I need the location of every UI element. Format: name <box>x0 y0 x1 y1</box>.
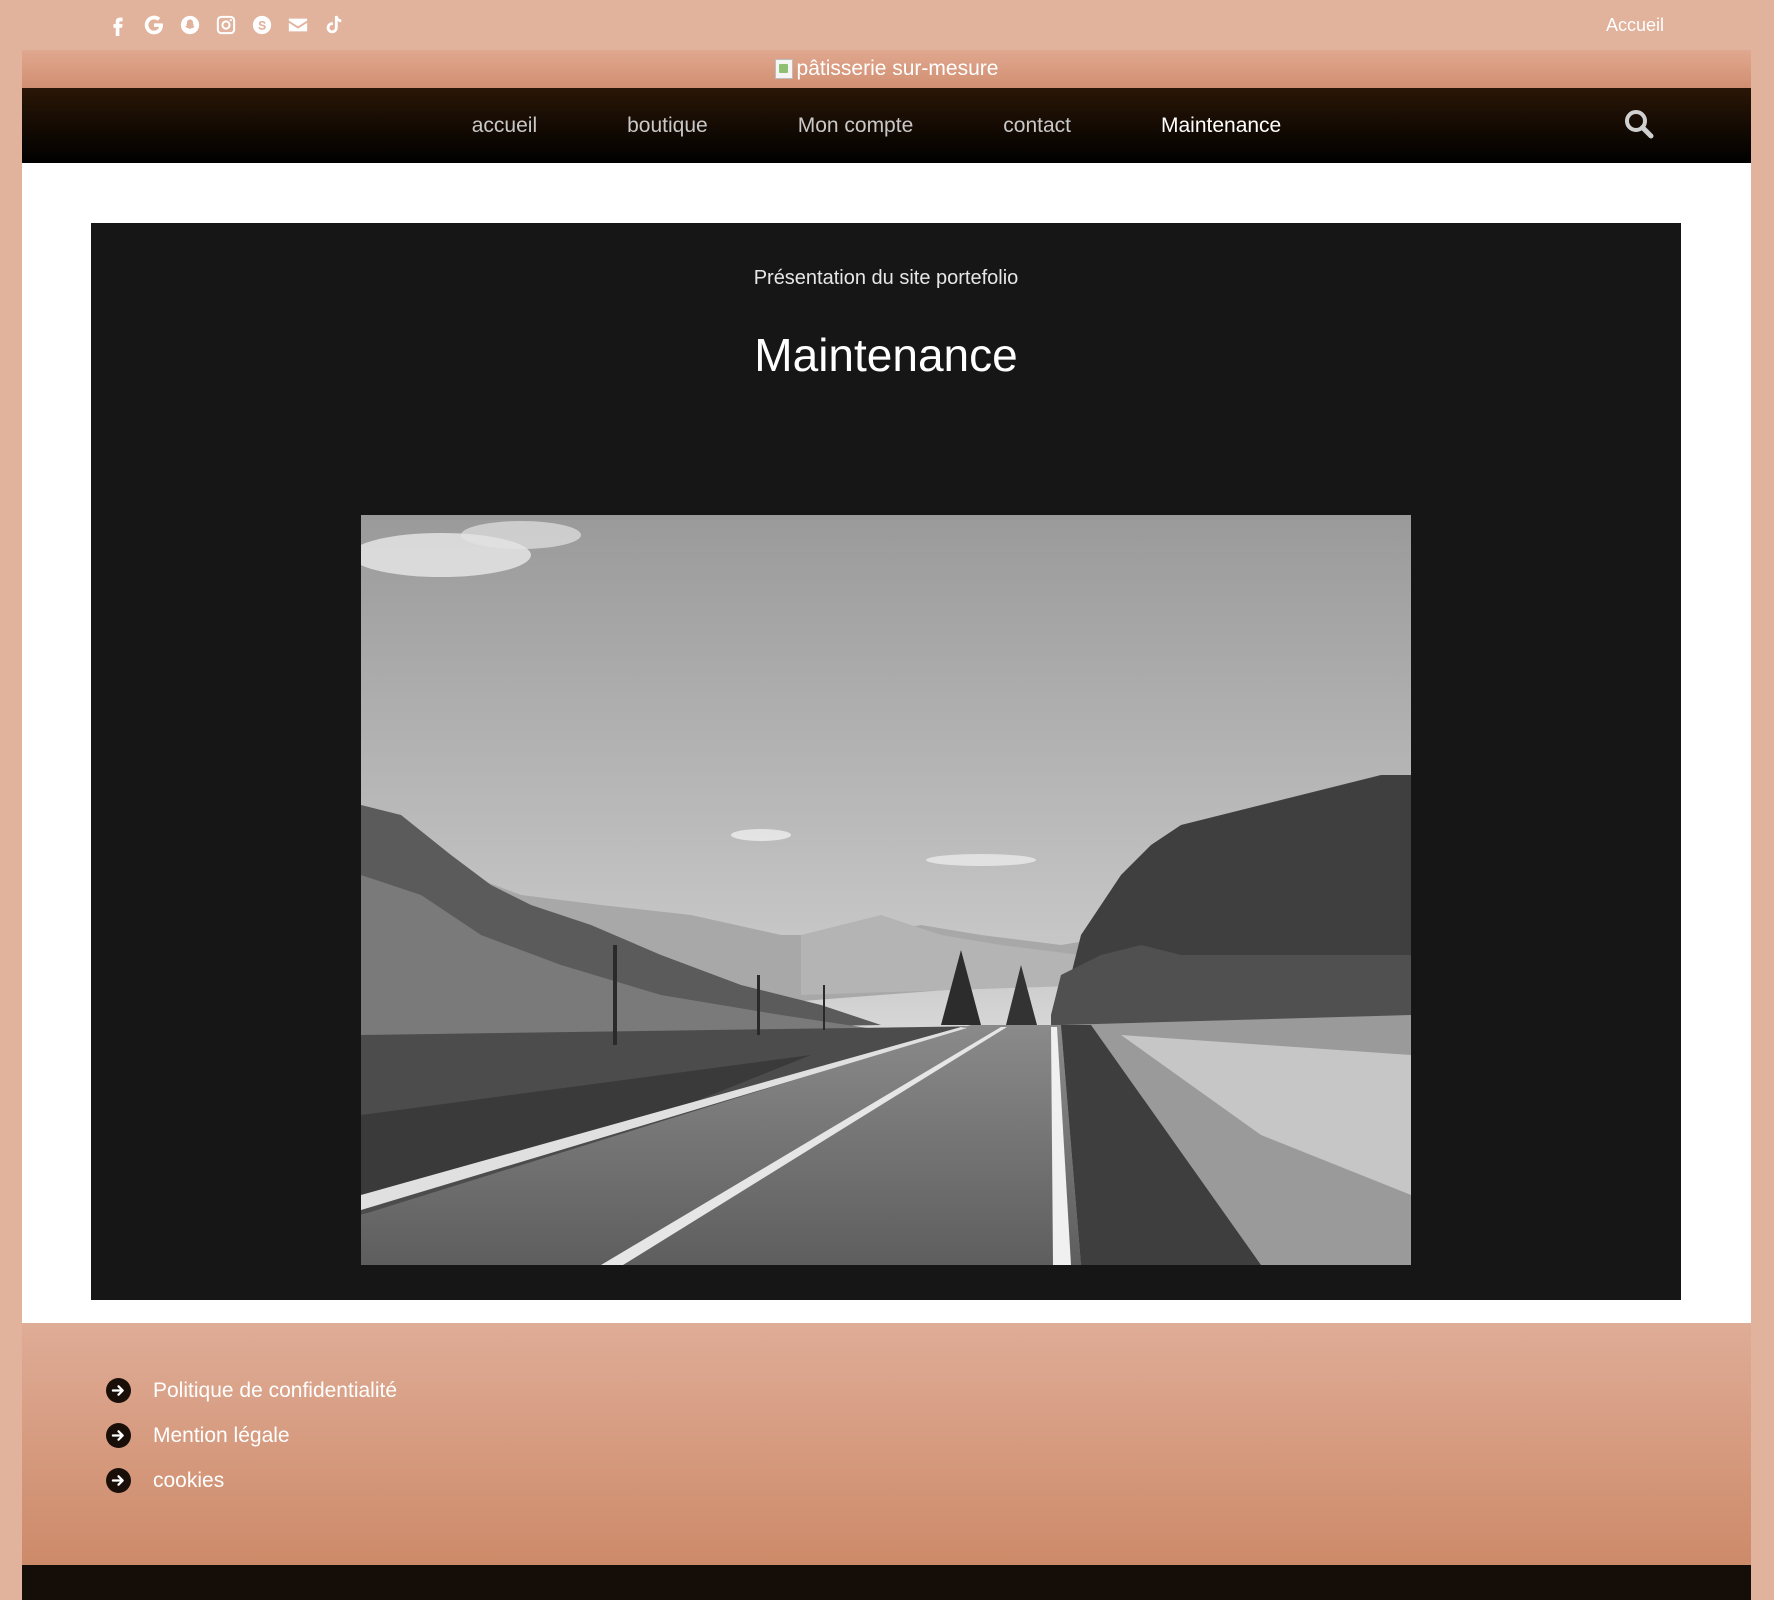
search-button[interactable] <box>1621 106 1657 142</box>
road-landscape-photo <box>361 515 1411 1265</box>
footer-link-cookies[interactable]: cookies <box>106 1458 1751 1503</box>
nav-item-accueil[interactable]: accueil <box>427 114 582 138</box>
nav-item-contact[interactable]: contact <box>958 114 1116 138</box>
top-bar: Accueil <box>0 0 1774 50</box>
logo-alt-text: pâtisserie sur-mesure <box>796 57 999 80</box>
nav-item-maintenance[interactable]: Maintenance <box>1116 114 1326 138</box>
footer-links: Politique de confidentialité Mention lég… <box>106 1368 1751 1503</box>
facebook-icon[interactable] <box>104 11 132 39</box>
footer-link-privacy[interactable]: Politique de confidentialité <box>106 1368 1751 1413</box>
hero-panel: Présentation du site portefolio Maintena… <box>91 223 1681 1300</box>
footer: Politique de confidentialité Mention lég… <box>22 1323 1751 1565</box>
arrow-right-circle-icon <box>106 1468 131 1493</box>
google-icon[interactable] <box>140 11 168 39</box>
page-subtitle: Présentation du site portefolio <box>753 267 1019 289</box>
arrow-right-circle-icon <box>106 1423 131 1448</box>
main-content: Présentation du site portefolio Maintena… <box>22 163 1751 1323</box>
arrow-right-circle-icon <box>106 1378 131 1403</box>
footer-link-label: Mention légale <box>153 1423 290 1447</box>
nav-item-mon-compte[interactable]: Mon compte <box>753 114 959 138</box>
social-links <box>104 11 348 39</box>
logo-strip: pâtisserie sur-mesure <box>22 50 1751 88</box>
footer-link-label: cookies <box>153 1468 225 1492</box>
broken-image-icon <box>774 59 793 79</box>
search-icon <box>1625 110 1654 139</box>
top-link-accueil[interactable]: Accueil <box>1606 15 1664 36</box>
nav-item-boutique[interactable]: boutique <box>582 114 753 138</box>
tiktok-icon[interactable] <box>320 11 348 39</box>
main-navigation: accueil boutique Mon compte contact Main… <box>22 88 1751 163</box>
page-title: Maintenance <box>754 329 1018 381</box>
footer-link-label: Politique de confidentialité <box>153 1378 398 1402</box>
footer-link-legal[interactable]: Mention légale <box>106 1413 1751 1458</box>
page-frame: pâtisserie sur-mesure accueil boutique M… <box>22 50 1751 1600</box>
envelope-icon[interactable] <box>284 11 312 39</box>
site-logo[interactable]: pâtisserie sur-mesure <box>774 57 999 81</box>
nav-menu: accueil boutique Mon compte contact Main… <box>22 88 1751 163</box>
bottom-bar <box>22 1565 1751 1600</box>
snapchat-icon[interactable] <box>176 11 204 39</box>
instagram-icon[interactable] <box>212 11 240 39</box>
skype-icon[interactable] <box>248 11 276 39</box>
